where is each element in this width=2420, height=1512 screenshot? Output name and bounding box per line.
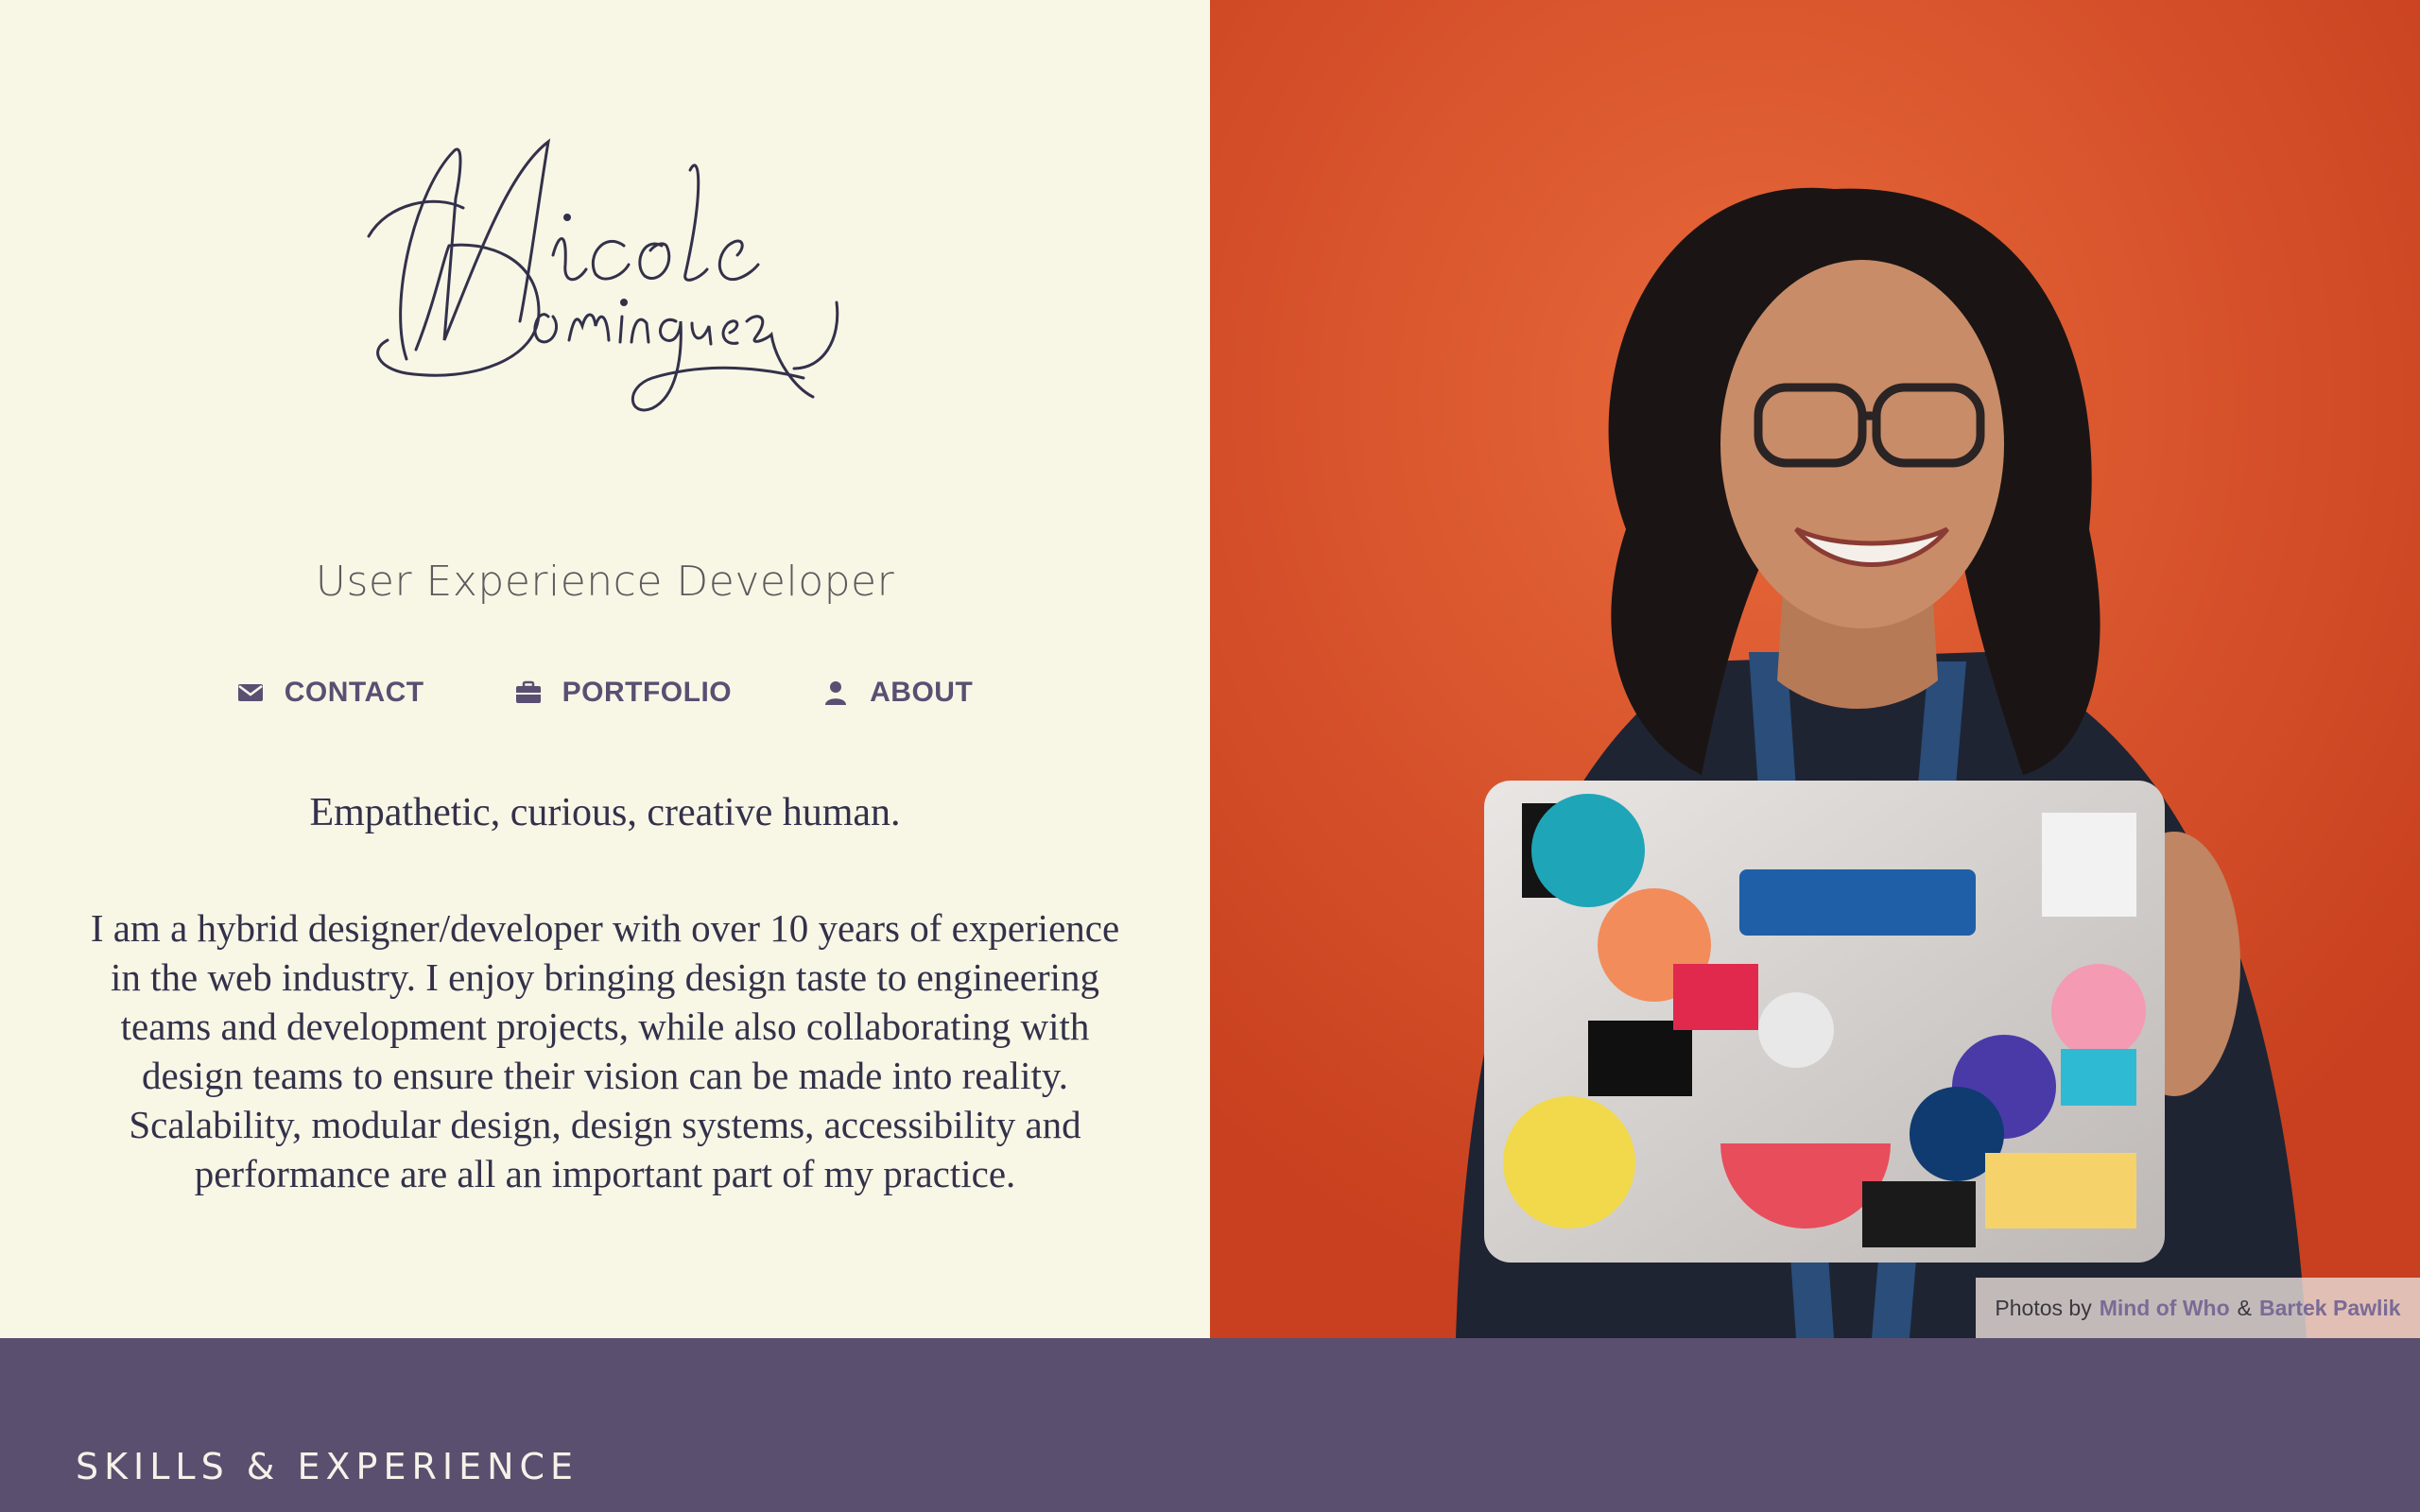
hero-photo: Photos by Mind of Who & Bartek Pawlik [1210, 0, 2420, 1338]
briefcase-icon [515, 679, 542, 706]
user-icon [822, 679, 849, 706]
bio-paragraph: I am a hybrid designer/developer with ov… [90, 906, 1120, 1195]
intro-panel: User Experience Developer CONTACT PORTFO… [0, 0, 1210, 1338]
nav-about[interactable]: ABOUT [822, 677, 973, 709]
tagline: Empathetic, curious, creative human. [309, 791, 901, 834]
credit-link-bartek-pawlik[interactable]: Bartek Pawlik [2259, 1296, 2401, 1321]
job-title: User Experience Developer [315, 558, 895, 606]
nav-about-label: ABOUT [870, 677, 974, 708]
envelope-icon [237, 679, 264, 706]
credit-prefix: Photos by [1995, 1295, 2092, 1320]
nav-portfolio[interactable]: PORTFOLIO [515, 677, 733, 709]
nav-contact-label: CONTACT [284, 677, 424, 708]
credit-link-mind-of-who[interactable]: Mind of Who [2100, 1296, 2230, 1321]
nav-portfolio-label: PORTFOLIO [562, 677, 733, 708]
photo-credit: Photos by Mind of Who & Bartek Pawlik [1976, 1278, 2420, 1338]
credit-separator: & [2237, 1295, 2252, 1320]
main-nav: CONTACT PORTFOLIO ABOUT [0, 677, 1210, 709]
nav-contact[interactable]: CONTACT [237, 677, 424, 709]
skills-heading: SKILLS & EXPERIENCE [76, 1446, 579, 1487]
signature-logo [350, 113, 860, 435]
